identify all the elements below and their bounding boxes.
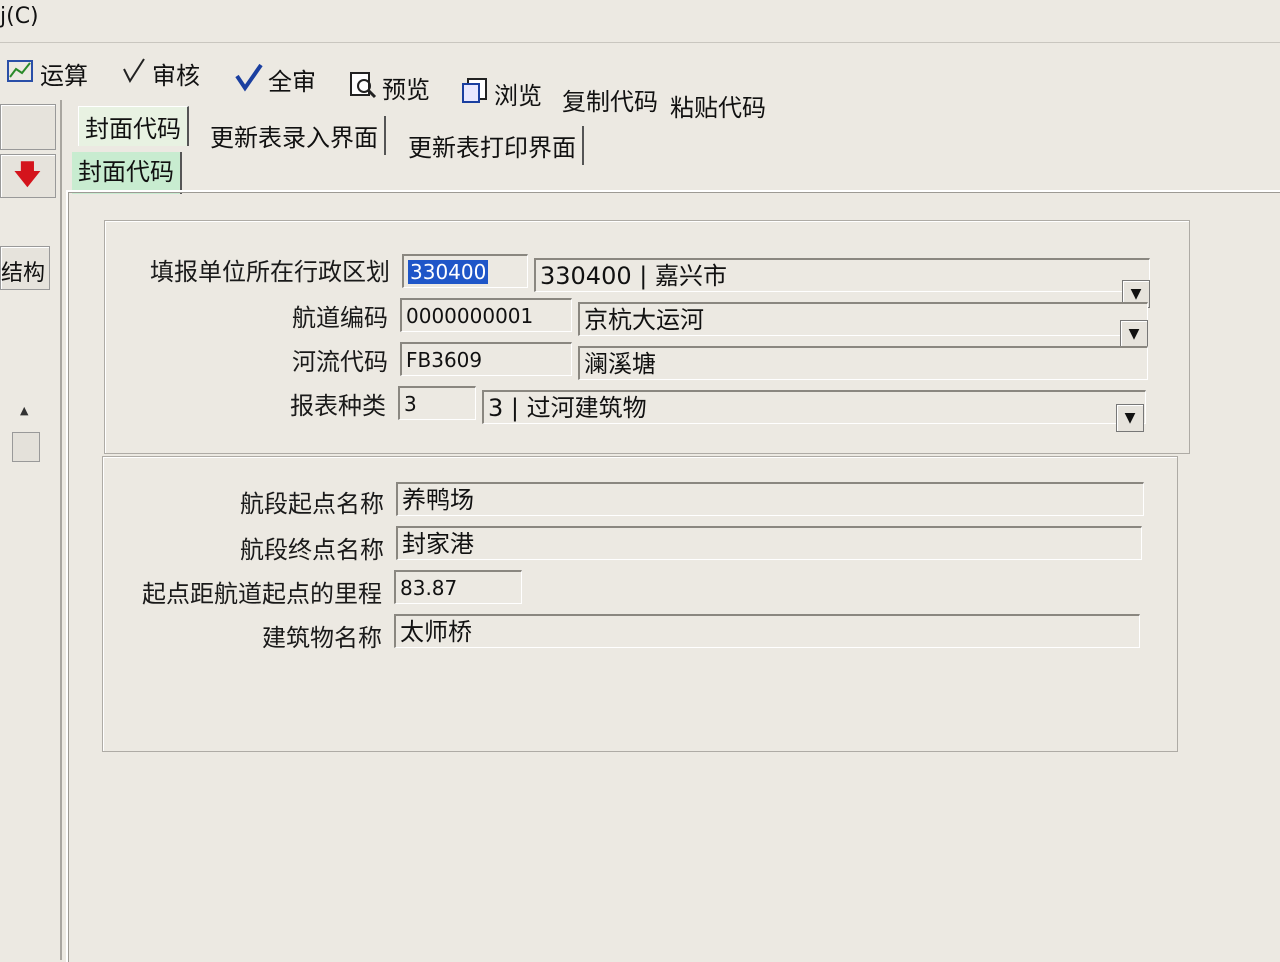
calculate-label: 运算 (40, 62, 88, 90)
full-review-button[interactable]: 全审 (234, 62, 316, 97)
report-type-select-value: 3 | 过河建筑物 (488, 394, 647, 422)
full-review-label: 全审 (268, 68, 316, 96)
start-name-label: 航段起点名称 (240, 490, 384, 518)
report-type-select[interactable]: 3 | 过河建筑物 (482, 390, 1146, 424)
end-name-label: 航段终点名称 (240, 536, 384, 564)
channel-dropdown-icon[interactable]: ▼ (1120, 320, 1148, 348)
browse-label: 浏览 (494, 82, 542, 110)
struct-button[interactable]: 结构 (0, 246, 50, 290)
channel-code-value: 0000000001 (406, 304, 534, 328)
move-down-button[interactable]: 🡇 (0, 154, 56, 198)
review-button[interactable]: 审核 (120, 56, 200, 91)
start-name-input[interactable]: 养鸭场 (396, 482, 1144, 516)
report-type-label: 报表种类 (290, 392, 386, 420)
left-panel: 🡇 结构 ▲ (0, 100, 62, 960)
building-name-value: 太师桥 (400, 618, 472, 646)
region-code-value: 330400 (408, 260, 489, 284)
menu-bar: j(C) (0, 0, 1280, 43)
start-name-value: 养鸭场 (402, 486, 474, 514)
region-code-input[interactable]: 330400 (402, 254, 528, 288)
tab-update-entry[interactable]: 更新表录入界面 (204, 116, 386, 155)
region-label: 填报单位所在行政区划 (150, 258, 390, 286)
review-label: 审核 (152, 62, 200, 90)
report-type-code-value: 3 (404, 392, 417, 416)
paste-code-button[interactable]: 粘贴代码 (670, 88, 766, 123)
browse-icon (460, 76, 490, 111)
report-type-code-input[interactable]: 3 (398, 386, 476, 420)
mileage-value: 83.87 (400, 576, 458, 600)
river-name-value: 澜溪塘 (584, 350, 656, 378)
channel-code-input[interactable]: 0000000001 (400, 298, 572, 332)
end-name-input[interactable]: 封家港 (396, 526, 1142, 560)
building-name-input[interactable]: 太师桥 (394, 614, 1140, 648)
end-name-value: 封家港 (402, 530, 474, 558)
down-arrow-icon: 🡇 (13, 158, 42, 191)
region-select[interactable]: 330400 | 嘉兴市 (534, 258, 1150, 292)
scroll-up-icon[interactable]: ▲ (20, 404, 28, 417)
left-panel-button[interactable] (0, 104, 56, 150)
struct-label: 结构 (1, 261, 46, 286)
full-review-check-icon (234, 62, 264, 97)
tab-cover-code[interactable]: 封面代码 (78, 106, 189, 146)
menu-item-fragment[interactable]: j(C) (0, 4, 39, 29)
mileage-input[interactable]: 83.87 (394, 570, 522, 604)
calculate-button[interactable]: 运算 (6, 56, 88, 91)
mileage-label: 起点距航道起点的里程 (142, 580, 382, 608)
building-name-label: 建筑物名称 (262, 624, 382, 652)
copy-code-button[interactable]: 复制代码 (562, 82, 658, 117)
region-select-value: 330400 | 嘉兴市 (540, 262, 727, 290)
scrollbar-thumb[interactable] (12, 432, 40, 462)
review-check-icon (120, 57, 148, 90)
toolbar: 运算 审核 全审 预览 浏览 复制代码 粘贴代码 (0, 52, 1280, 122)
channel-select-value: 京杭大运河 (584, 306, 704, 334)
channel-select[interactable]: 京杭大运河 (578, 302, 1148, 336)
browse-button[interactable]: 浏览 (460, 76, 542, 111)
river-code-value: FB3609 (406, 348, 483, 372)
tab-update-print[interactable]: 更新表打印界面 (402, 126, 584, 165)
preview-magnifier-icon (348, 70, 378, 105)
copy-code-label: 复制代码 (562, 88, 658, 116)
report-type-dropdown-icon[interactable]: ▼ (1116, 404, 1144, 432)
preview-button[interactable]: 预览 (348, 70, 430, 105)
channel-label: 航道编码 (292, 304, 388, 332)
preview-label: 预览 (382, 76, 430, 104)
calculate-icon (6, 57, 36, 90)
paste-code-label: 粘贴代码 (670, 94, 766, 122)
river-code-input[interactable]: FB3609 (400, 342, 572, 376)
subtab-cover-code[interactable]: 封面代码 (72, 152, 182, 194)
river-label: 河流代码 (292, 348, 388, 376)
river-name-field[interactable]: 澜溪塘 (578, 346, 1148, 380)
